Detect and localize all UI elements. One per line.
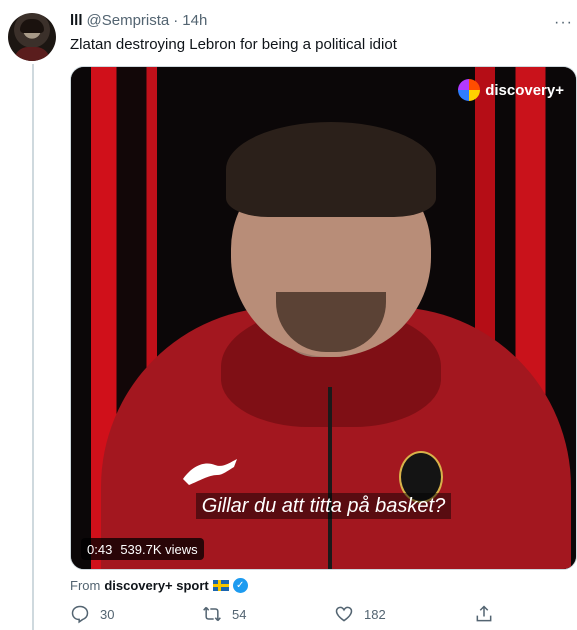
retweet-count: 54 (232, 606, 247, 622)
avatar[interactable] (8, 13, 56, 61)
like-count: 182 (364, 606, 386, 622)
verified-icon: ✓ (232, 578, 248, 593)
reply-button[interactable]: 30 (70, 604, 114, 624)
separator-dot: · (173, 12, 179, 29)
discovery-logo-text: discovery+ (485, 81, 564, 99)
tweet-header: lll @Semprista · 14h (70, 12, 207, 29)
more-options-icon[interactable]: ··· (554, 14, 573, 32)
video-subtitle-text: Gillar du att titta på basket? (195, 493, 452, 519)
thread-line (32, 64, 34, 630)
video-subtitle: Gillar du att titta på basket? (71, 493, 576, 519)
video-views: 539.7K views (120, 541, 198, 557)
retweet-button[interactable]: 54 (202, 604, 246, 624)
avatar-shirt (14, 47, 50, 61)
video-player[interactable]: discovery+ Gillar du att titta på basket… (70, 66, 577, 570)
video-hair (226, 122, 436, 217)
source-name[interactable]: discovery+ sport (104, 578, 208, 593)
video-zipper (328, 387, 332, 569)
video-info-badge: 0:43 539.7K views (81, 538, 204, 560)
like-button[interactable]: 182 (334, 604, 386, 624)
avatar-hair (20, 19, 44, 33)
video-duration: 0:43 (87, 541, 113, 557)
tweet-text: Zlatan destroying Lebron for being a pol… (70, 36, 397, 53)
timestamp[interactable]: 14h (182, 12, 207, 29)
reply-count: 30 (100, 606, 115, 622)
heart-icon (335, 606, 353, 622)
discovery-logo: discovery+ (458, 79, 564, 101)
reply-icon (71, 605, 89, 624)
user-handle[interactable]: @Semprista (87, 12, 170, 29)
share-button[interactable] (474, 604, 494, 624)
discovery-mark-icon (458, 79, 481, 101)
retweet-icon (203, 606, 221, 622)
puma-logo-icon (179, 455, 241, 487)
display-name[interactable]: lll (70, 12, 83, 29)
swedish-flag-icon (212, 580, 229, 591)
video-source: From discovery+ sport ✓ (70, 578, 248, 593)
share-icon (476, 605, 492, 622)
source-prefix: From (70, 578, 101, 593)
